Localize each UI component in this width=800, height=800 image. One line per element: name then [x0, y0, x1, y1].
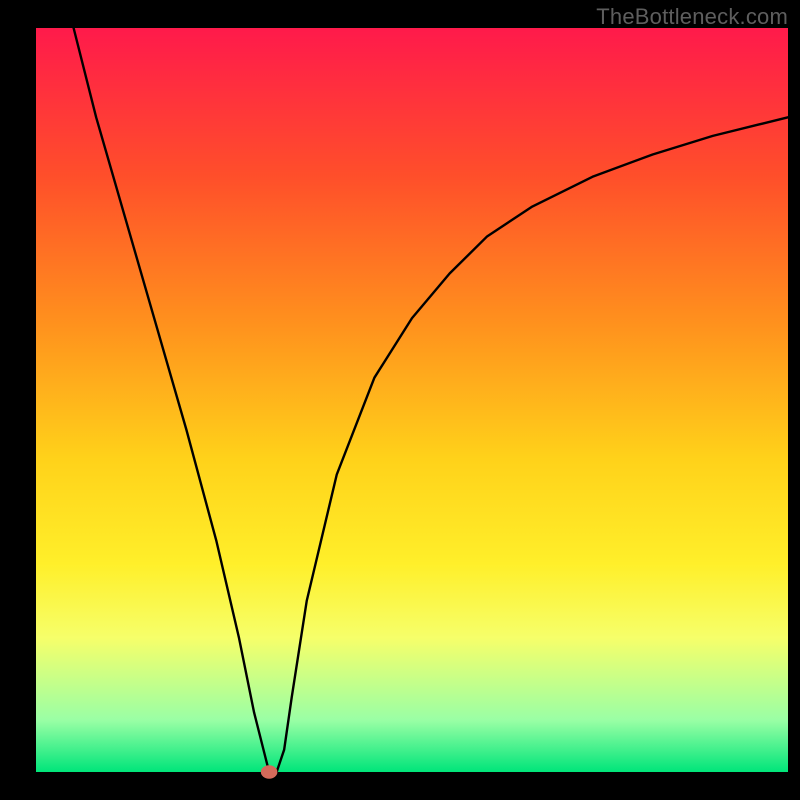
watermark-label: TheBottleneck.com [596, 4, 788, 30]
chart-frame: TheBottleneck.com [0, 0, 800, 800]
optimum-marker [261, 765, 278, 778]
bottleneck-chart [0, 0, 800, 800]
plot-area [36, 28, 788, 772]
